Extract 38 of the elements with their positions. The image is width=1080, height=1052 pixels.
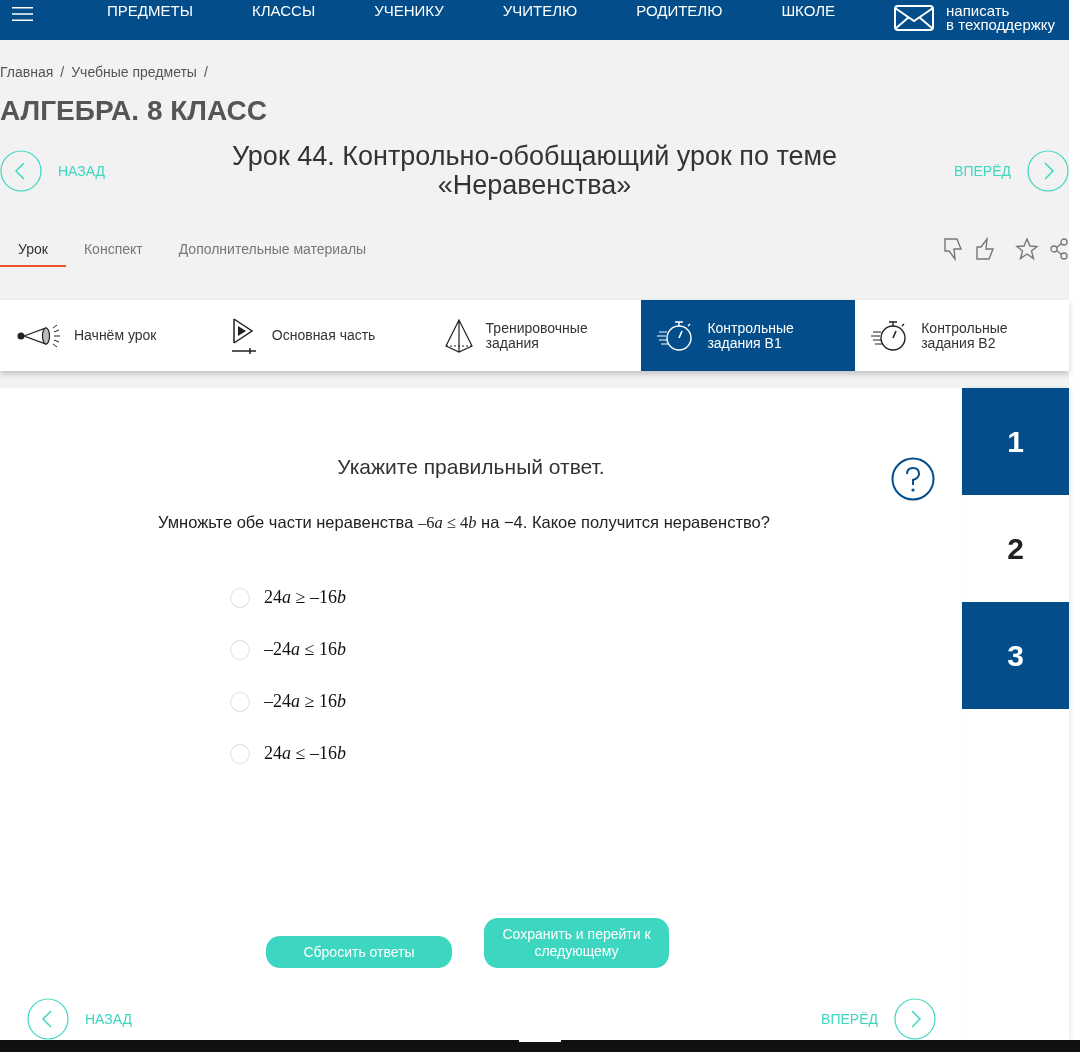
lesson-tab[interactable]: Конспект	[65, 233, 161, 267]
breadcrumb-separator: /	[60, 63, 65, 82]
course-title: АЛГЕБРА. 8 КЛАСС	[0, 95, 268, 127]
question-text: Умножьте обе части неравенства –6a ≤ 4b на −4. Какое получится неравенство?	[158, 511, 770, 534]
lesson-tab[interactable]: Урок	[0, 233, 66, 267]
help-icon[interactable]	[891, 457, 935, 501]
task-heading: Укажите правильный ответ.	[337, 454, 605, 480]
nav-link[interactable]: УЧИТЕЛЮ	[502, 0, 578, 23]
support-link[interactable]: написать	[946, 4, 1055, 18]
question-number-tab[interactable]: 2	[962, 495, 1069, 602]
share-icon[interactable]	[1049, 237, 1069, 261]
lesson-step-tab[interactable]: Основная часть	[213, 300, 428, 371]
lesson-step-tab[interactable]: Контрольные задания B2	[855, 300, 1069, 371]
answer-option: –24a ≤ 16b	[264, 636, 346, 664]
lesson-title: Урок 44. Контрольно-обобщающий урок по теме «Неравенства»	[230, 142, 839, 200]
pyramid-icon	[443, 317, 474, 354]
nav-link[interactable]: РОДИТЕЛЮ	[636, 0, 723, 23]
lesson-step-tab[interactable]: Начнём урок	[0, 300, 214, 371]
nav-link[interactable]: УЧЕНИКУ	[374, 0, 444, 23]
lesson-step-tab[interactable]: Тренировочные задания	[427, 300, 642, 371]
lesson-tab[interactable]: Дополнительные материалы	[160, 233, 385, 267]
nav-link[interactable]: ПРЕДМЕТЫ	[107, 0, 193, 23]
answer-option: 24a ≤ –16b	[264, 740, 346, 768]
lesson-step-tab[interactable]: Контрольные задания B1	[641, 300, 856, 371]
thumbs-down-icon[interactable]	[943, 237, 965, 261]
star-icon[interactable]	[1015, 237, 1039, 261]
support-link[interactable]: в техподдержку	[946, 18, 1055, 32]
question-number-tab[interactable]: 3	[962, 602, 1069, 709]
envelope-icon[interactable]	[894, 5, 935, 31]
breadcrumb-separator: /	[203, 63, 208, 82]
question-number-tab[interactable]: 1	[962, 388, 1069, 495]
thumbs-up-icon[interactable]	[975, 237, 997, 261]
breadcrumb-link[interactable]: Главная	[0, 62, 54, 83]
nav-link[interactable]: ШКОЛЕ	[781, 0, 836, 23]
breadcrumb-link[interactable]: Учебные предметы	[71, 62, 197, 83]
nav-link[interactable]: КЛАССЫ	[251, 0, 316, 23]
answer-option: 24a ≥ –16b	[264, 584, 346, 612]
answer-option: –24a ≥ 16b	[264, 688, 346, 716]
